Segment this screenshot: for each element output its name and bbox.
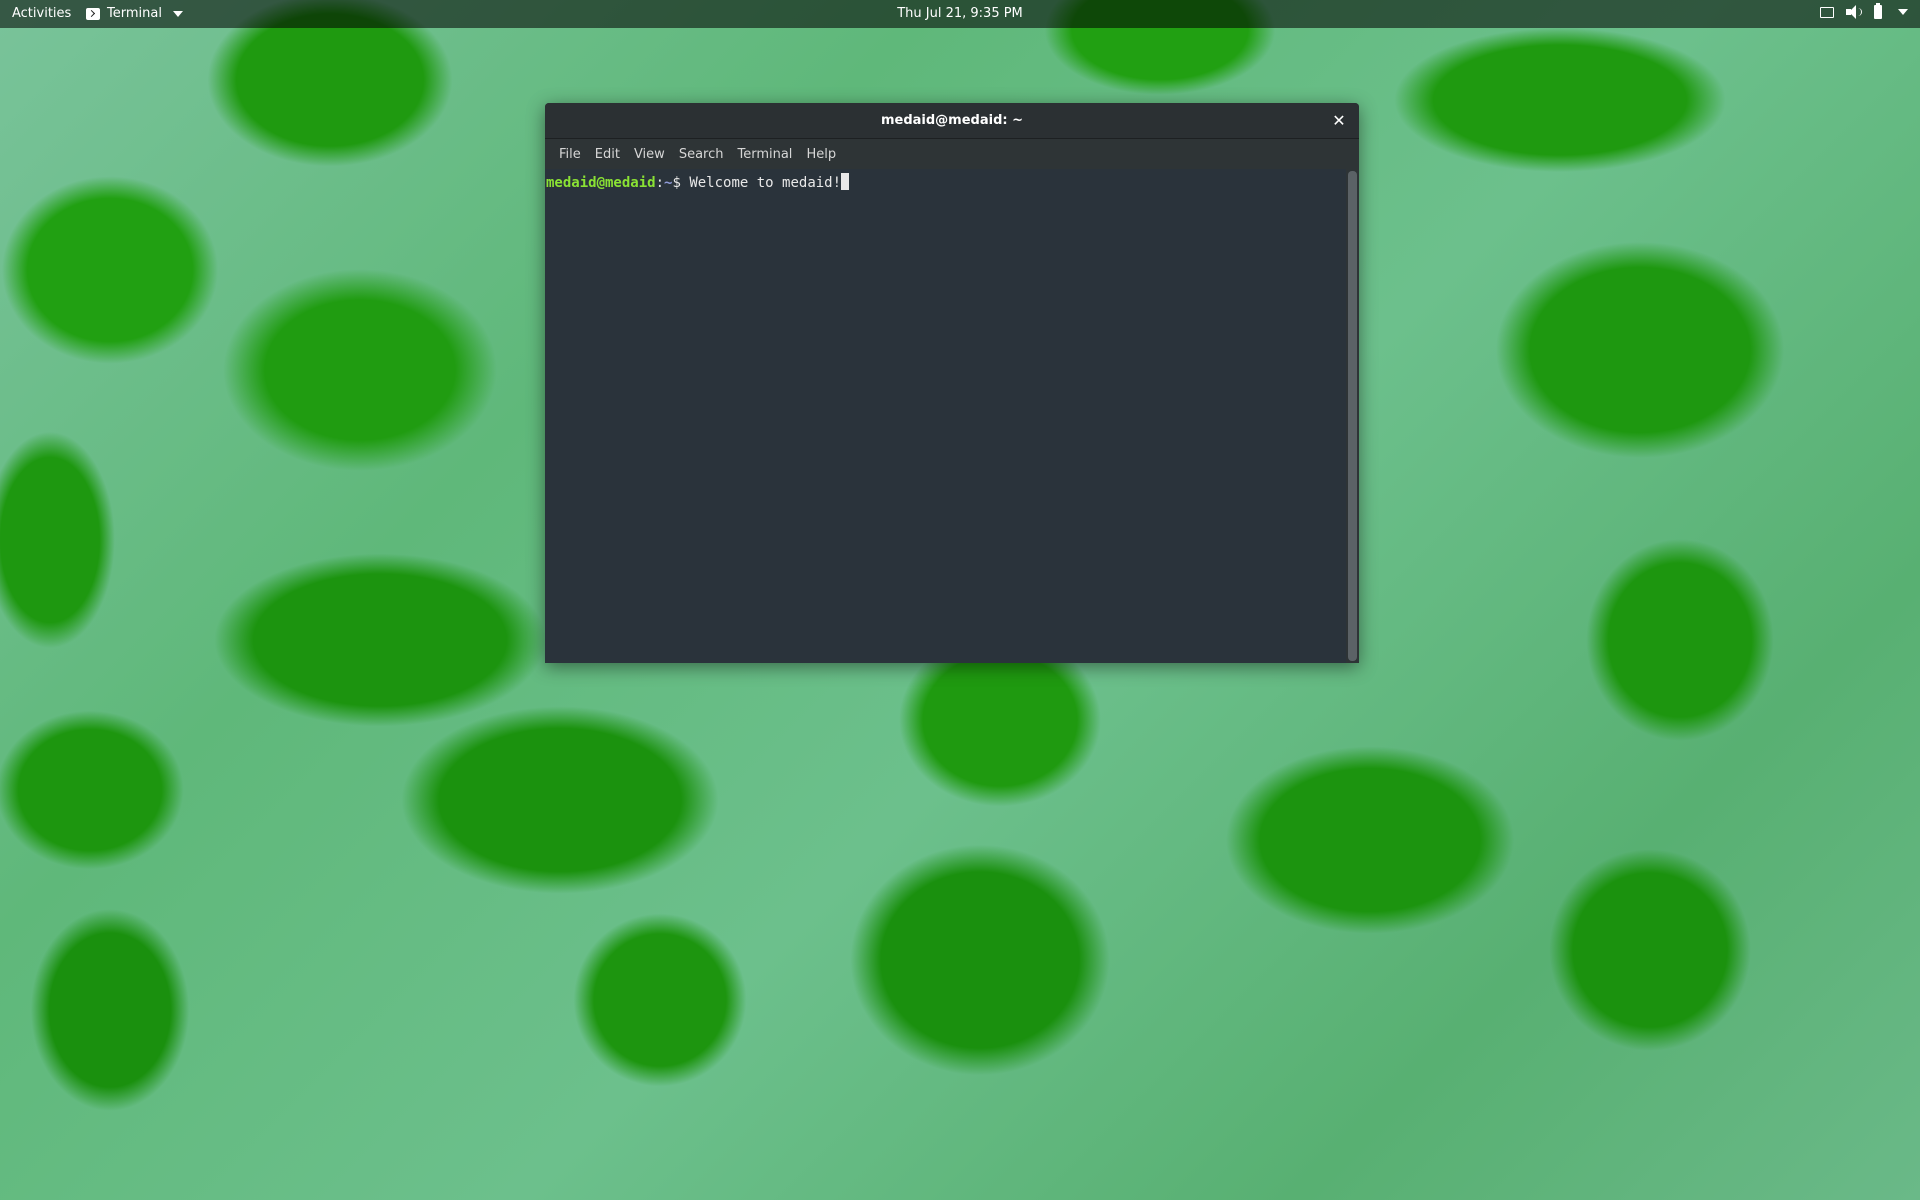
clock: Thu Jul 21, 9:35 PM (0, 6, 1920, 21)
app-menu-button[interactable]: Terminal (86, 6, 183, 21)
close-icon: ✕ (1332, 111, 1346, 130)
app-menu-label: Terminal (107, 6, 162, 21)
scrollbar[interactable] (1346, 169, 1359, 663)
prompt-separator: : (655, 175, 665, 191)
prompt-symbol: $ (672, 175, 690, 191)
terminal-window[interactable]: medaid@medaid: ~ ✕ File Edit View Search… (545, 103, 1359, 663)
menu-bar: File Edit View Search Terminal Help (545, 139, 1359, 169)
battery-icon (1874, 3, 1882, 19)
text-cursor (841, 173, 850, 190)
menu-item-search[interactable]: Search (672, 147, 731, 162)
chevron-down-icon (172, 10, 183, 17)
prompt-user-host: medaid@medaid (546, 175, 656, 191)
display-icon (1820, 6, 1834, 18)
clock-label[interactable]: Thu Jul 21, 9:35 PM (897, 6, 1023, 21)
window-titlebar[interactable]: medaid@medaid: ~ ✕ (545, 103, 1359, 139)
menu-item-help[interactable]: Help (799, 147, 843, 162)
menu-item-file[interactable]: File (552, 147, 588, 162)
terminal-output[interactable]: medaid@medaid:~$ Welcome to medaid! (545, 169, 1346, 663)
menu-item-edit[interactable]: Edit (588, 147, 627, 162)
system-menu-button[interactable] (1820, 3, 1908, 19)
chevron-down-icon (1898, 9, 1908, 15)
desktop-wallpaper: Activities Terminal Thu Jul 21, 9:35 PM … (0, 0, 1920, 1200)
window-title: medaid@medaid: ~ (880, 113, 1024, 128)
close-button[interactable]: ✕ (1329, 111, 1349, 131)
scrollbar-thumb[interactable] (1348, 171, 1357, 661)
terminal-icon (86, 7, 100, 20)
activities-button[interactable]: Activities (12, 6, 71, 21)
menu-item-terminal[interactable]: Terminal (730, 147, 799, 162)
menu-item-view[interactable]: View (627, 147, 672, 162)
top-bar: Activities Terminal Thu Jul 21, 9:35 PM (0, 0, 1920, 28)
volume-icon (1846, 5, 1862, 19)
command-text: Welcome to medaid! (689, 175, 842, 191)
activities-label: Activities (12, 6, 72, 21)
